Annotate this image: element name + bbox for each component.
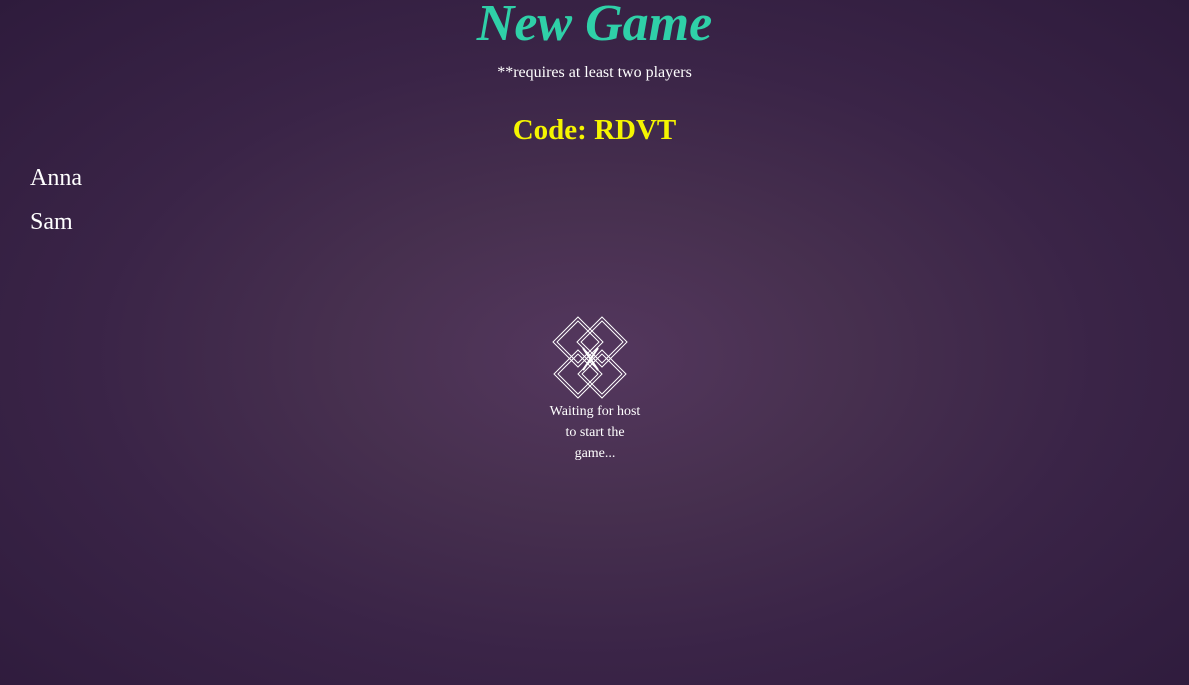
player-name: Anna (30, 165, 82, 191)
player-requirement-note: **requires at least two players (497, 64, 692, 81)
waiting-status: Waiting for host to start the game... (549, 404, 641, 461)
player-list: Anna Sam (30, 156, 82, 244)
page-title: New Game (476, 0, 713, 52)
player-name: Sam (30, 209, 73, 235)
diamond-loader-icon (550, 314, 632, 404)
game-code: Code: RDVT (512, 114, 677, 146)
